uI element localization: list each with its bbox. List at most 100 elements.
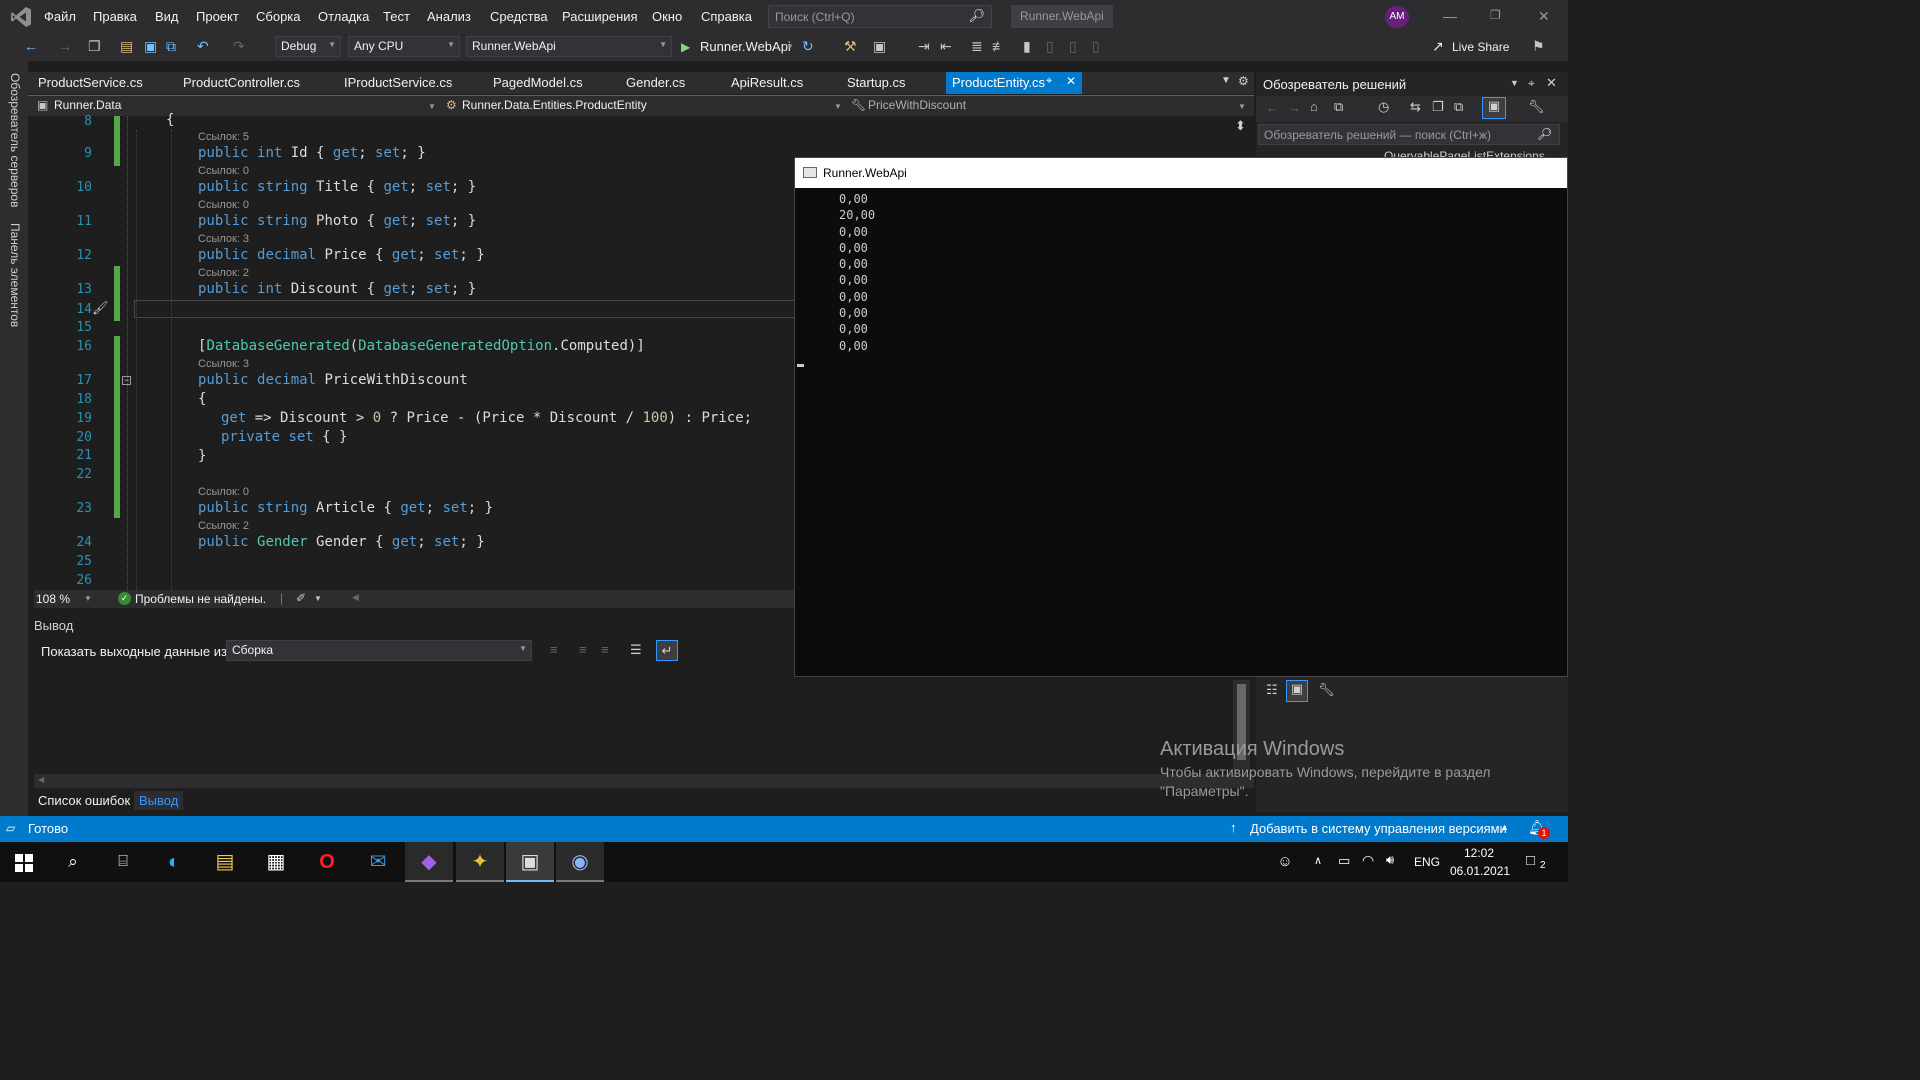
switch-views-icon[interactable]: ⧉	[1334, 99, 1343, 115]
menu-debug[interactable]: Отладка	[318, 9, 369, 24]
add-to-source-control-button[interactable]: Добавить в систему управления версиями	[1250, 821, 1507, 836]
word-wrap-icon[interactable]: ↵	[656, 640, 678, 661]
codelens-references[interactable]: Ссылок: 5	[198, 131, 249, 143]
play-icon[interactable]: ▶	[681, 40, 690, 54]
clock-time[interactable]: 12:02	[1464, 846, 1494, 860]
chevron-up-icon[interactable]: ▲	[1500, 822, 1509, 832]
menu-view[interactable]: Вид	[155, 9, 179, 24]
zoom-select[interactable]: 108 %	[36, 592, 70, 606]
scroll-left-icon[interactable]: ◀	[38, 775, 44, 784]
redo-icon[interactable]: ↷	[233, 38, 245, 55]
tab-gender[interactable]: Gender.cs	[626, 75, 685, 90]
console-window[interactable]: Runner.WebApi 0,00 20,00 0,00 0,00 0,00 …	[794, 157, 1568, 677]
quick-actions-icon[interactable]: 🖌︎	[92, 300, 109, 316]
tab-error-list[interactable]: Список ошибок	[38, 793, 130, 808]
chevron-down-icon[interactable]: ▼	[84, 594, 92, 603]
quick-search-input[interactable]: Поиск (Ctrl+Q) 🔎︎	[768, 5, 992, 28]
store-icon[interactable]: ▦	[263, 850, 289, 874]
refresh-icon[interactable]: ↻	[802, 38, 814, 55]
open-folder-icon[interactable]: ▤	[120, 38, 133, 55]
language-indicator[interactable]: ENG	[1414, 855, 1440, 869]
browser-link-icon[interactable]: ⚒	[844, 38, 857, 55]
menu-edit[interactable]: Правка	[93, 9, 137, 24]
undo-icon[interactable]: ↶	[197, 38, 209, 55]
battery-icon[interactable]: ▭	[1338, 853, 1350, 869]
feedback-icon[interactable]: ⚑	[1532, 38, 1545, 55]
chevron-down-icon[interactable]: ▼	[786, 42, 794, 51]
tree-item[interactable]: QueryablePageListExtensions	[1384, 149, 1545, 157]
next-bookmark-icon[interactable]: ▯	[1069, 38, 1077, 55]
type-dropdown[interactable]: Runner.Data.Entities.ProductEntity	[462, 98, 647, 112]
save-icon[interactable]: ▣	[144, 38, 157, 55]
preview-icon[interactable]: ▣	[1482, 97, 1506, 119]
codelens-references[interactable]: Ссылок: 0	[198, 486, 249, 498]
task-view-icon[interactable]: ⌸	[110, 850, 136, 874]
screenshot-icon[interactable]: ▣	[873, 38, 886, 55]
taskbar-item-tool[interactable]: ✦	[456, 842, 504, 882]
output-source-select[interactable]: Сборка ▼	[226, 640, 532, 661]
configuration-select[interactable]: Debug ▼	[275, 36, 341, 57]
find-message-icon[interactable]: ≡	[550, 642, 558, 657]
forward-icon[interactable]: →	[1288, 100, 1301, 115]
solution-explorer-search-input[interactable]: Обозреватель решений — поиск (Ctrl+ж) 🔎︎	[1258, 124, 1560, 145]
indent-icon[interactable]: ≣	[971, 38, 983, 55]
windows-start-icon[interactable]	[15, 854, 33, 872]
menu-project[interactable]: Проект	[196, 9, 239, 24]
action-center-icon[interactable]: □	[1526, 852, 1535, 869]
collapse-all-icon[interactable]: ❐	[1432, 99, 1444, 115]
chevron-down-icon[interactable]: ▼	[1238, 102, 1246, 111]
people-icon[interactable]: ☺	[1272, 850, 1298, 874]
clear-all-icon[interactable]: ☰	[630, 642, 642, 658]
mail-icon[interactable]: ✉	[365, 850, 391, 874]
scroll-left-icon[interactable]: ◀	[352, 592, 359, 603]
menu-window[interactable]: Окно	[652, 9, 682, 24]
property-pages-icon[interactable]: 🔧︎	[1318, 682, 1335, 698]
tab-productservice[interactable]: ProductService.cs	[38, 75, 143, 90]
tab-productcontroller[interactable]: ProductController.cs	[183, 75, 300, 90]
chevron-up-icon[interactable]: ∧	[1314, 854, 1322, 867]
show-all-files-icon[interactable]: ⧉	[1454, 99, 1463, 115]
codelens-references[interactable]: Ссылок: 3	[198, 358, 249, 370]
chevron-down-icon[interactable]: ▼	[428, 102, 436, 111]
tab-iproductservice[interactable]: IProductService.cs	[344, 75, 452, 90]
wrench-icon[interactable]: 🔧︎	[1528, 99, 1545, 115]
menu-extensions[interactable]: Расширения	[562, 9, 638, 24]
collapse-icon[interactable]: −	[122, 376, 131, 385]
output-horizontal-scrollbar[interactable]: ◀	[34, 774, 1254, 788]
avatar[interactable]: AM	[1385, 6, 1409, 28]
codelens-references[interactable]: Ссылок: 2	[198, 267, 249, 279]
tab-startup[interactable]: Startup.cs	[847, 75, 906, 90]
menu-build[interactable]: Сборка	[256, 9, 301, 24]
gear-icon[interactable]: ⚙	[1238, 74, 1249, 88]
restore-button[interactable]: ❐	[1490, 8, 1501, 22]
split-window-icon[interactable]: ⬍	[1235, 118, 1246, 134]
pin-icon[interactable]: ⌖	[1046, 75, 1052, 88]
sync-icon[interactable]: ⇆	[1410, 99, 1421, 115]
menu-help[interactable]: Справка	[701, 9, 752, 24]
taskbar-item-visual-studio[interactable]: ◆	[405, 842, 453, 882]
file-explorer-icon[interactable]: ▤	[212, 850, 238, 874]
chevron-down-icon[interactable]: ▼	[1510, 78, 1519, 88]
volume-icon[interactable]: 🔊︎	[1386, 852, 1394, 868]
search-icon[interactable]: ⌕	[60, 850, 86, 874]
wifi-icon[interactable]: ◠	[1362, 852, 1374, 869]
tab-productentity[interactable]: ProductEntity.cs ⌖ ✕	[946, 72, 1082, 94]
bookmark-icon[interactable]: ▮	[1023, 38, 1031, 55]
menu-tools[interactable]: Средства	[490, 9, 548, 24]
forward-icon[interactable]: →	[58, 38, 72, 54]
codelens-references[interactable]: Ссылок: 3	[198, 233, 249, 245]
home-icon[interactable]: ⌂	[1310, 99, 1318, 114]
tab-output[interactable]: Вывод	[134, 791, 184, 810]
tab-apiresult[interactable]: ApiResult.cs	[731, 75, 803, 90]
startup-project-select[interactable]: Runner.WebApi ▼	[466, 36, 672, 57]
categorized-icon[interactable]: ☷	[1266, 682, 1278, 698]
toolbox-tab[interactable]: Панель элементов	[8, 223, 22, 327]
opera-icon[interactable]: O	[314, 850, 340, 874]
step-over-icon[interactable]: ⇤	[940, 38, 952, 55]
edge-icon[interactable]: ◐	[161, 850, 187, 874]
pin-icon[interactable]: ⌖	[1528, 76, 1535, 91]
problems-status[interactable]: Проблемы не найдены.	[135, 592, 266, 606]
step-into-icon[interactable]: ⇥	[918, 38, 930, 55]
chevron-down-icon[interactable]: ▼	[834, 102, 842, 111]
prev-message-icon[interactable]: ≡	[579, 642, 587, 657]
